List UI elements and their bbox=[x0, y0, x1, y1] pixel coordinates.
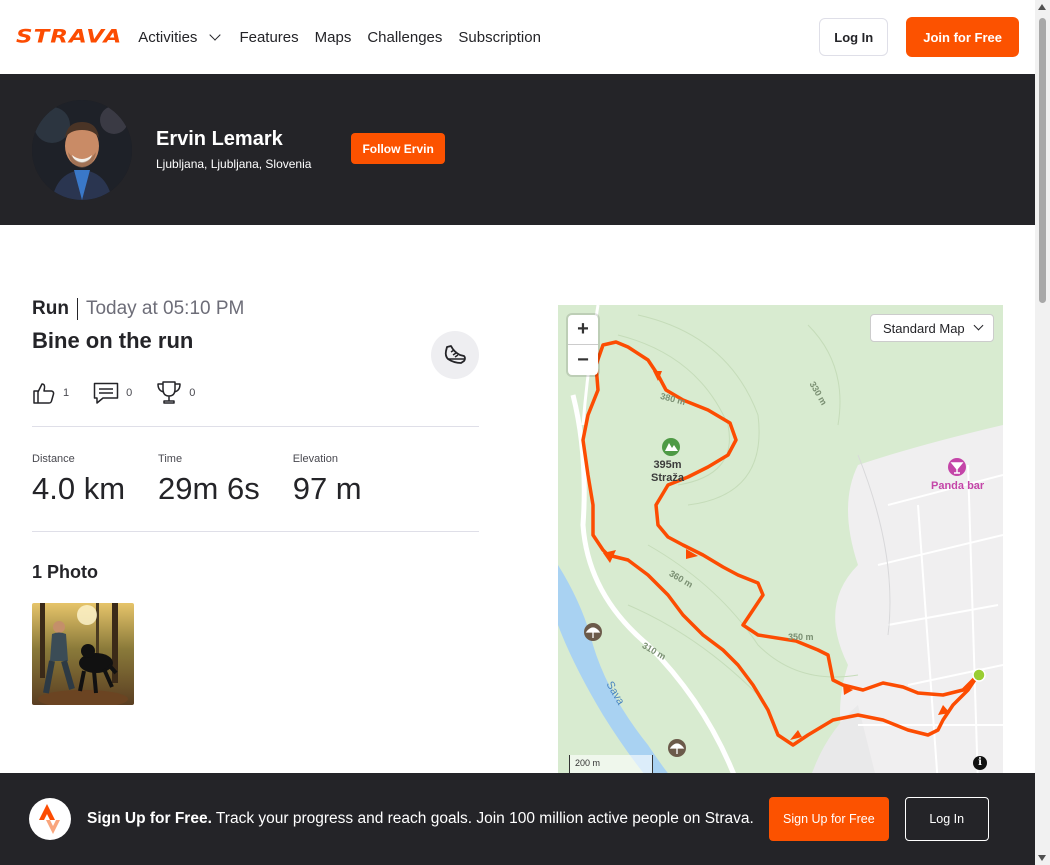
contour-label: 350 m bbox=[788, 632, 814, 642]
stat-distance: Distance 4.0 km bbox=[32, 453, 125, 507]
banner-body: Track your progress and reach goals. Joi… bbox=[215, 810, 754, 827]
map-type-label: Standard Map bbox=[883, 320, 965, 336]
zoom-in-button[interactable]: + bbox=[568, 315, 598, 345]
signup-banner: Sign Up for Free. Track your progress an… bbox=[0, 773, 1035, 865]
stat-label: Time bbox=[158, 453, 183, 465]
scrollbar-thumb[interactable] bbox=[1039, 18, 1046, 303]
page: STRAVA Activities Features Maps Challeng… bbox=[0, 0, 1035, 865]
stat-value: 4.0 km bbox=[32, 471, 126, 506]
join-button[interactable]: Join for Free bbox=[906, 17, 1019, 57]
zoom-out-button[interactable]: − bbox=[568, 345, 598, 375]
nav-challenges[interactable]: Challenges bbox=[367, 29, 442, 46]
signup-button[interactable]: Sign Up for Free bbox=[769, 797, 889, 841]
photo-thumbnail bbox=[32, 603, 134, 705]
athlete-header: Ervin Lemark Ljubljana, Ljubljana, Slove… bbox=[0, 74, 1035, 225]
comments-count: 0 bbox=[126, 387, 133, 399]
nav-activities[interactable]: Activities bbox=[138, 29, 223, 46]
stat-value: 29m 6s bbox=[158, 471, 260, 506]
peak-elevation: 395m bbox=[653, 459, 682, 471]
athlete-location: Ljubljana, Ljubljana, Slovenia bbox=[156, 157, 312, 171]
nav-subscription[interactable]: Subscription bbox=[458, 29, 541, 46]
activity-photo[interactable] bbox=[32, 603, 134, 705]
activity-heading: Run Today at 05:10 PM bbox=[32, 298, 479, 320]
stat-elevation: Elevation 97 m bbox=[293, 453, 362, 507]
avatar-image bbox=[32, 99, 132, 200]
shoe-icon bbox=[444, 345, 466, 364]
achievements-button[interactable]: 0 bbox=[156, 380, 195, 406]
chevron-down-icon bbox=[209, 28, 222, 41]
login-button[interactable]: Log In bbox=[819, 18, 889, 56]
thumbs-up-icon bbox=[33, 383, 55, 404]
route-map[interactable]: + − Standard Map 395m Straža Panda bar 3… bbox=[558, 305, 1003, 785]
peak-label: 395m Straža bbox=[651, 459, 684, 485]
chevron-down-icon bbox=[973, 320, 984, 331]
strava-logo[interactable]: STRAVA bbox=[16, 26, 122, 47]
info-icon[interactable]: i bbox=[973, 756, 987, 770]
photos-heading: 1 Photo bbox=[32, 562, 98, 582]
trophy-icon bbox=[157, 381, 181, 404]
map-type-select[interactable]: Standard Map bbox=[870, 314, 994, 342]
stat-value: 97 m bbox=[292, 471, 362, 506]
comment-icon bbox=[93, 382, 119, 404]
social-actions: 1 0 0 bbox=[32, 380, 479, 406]
activity-time: Today at 05:10 PM bbox=[85, 298, 245, 319]
kudos-button[interactable]: 1 bbox=[32, 381, 69, 405]
stat-label: Elevation bbox=[292, 453, 338, 465]
activity-summary: Run Today at 05:10 PM Bine on the run 1 bbox=[32, 298, 479, 705]
avatar[interactable] bbox=[32, 99, 132, 200]
nav-activities-label: Activities bbox=[138, 28, 198, 46]
athlete-info: Ervin Lemark Ljubljana, Ljubljana, Slove… bbox=[156, 128, 311, 171]
strava-logo-icon bbox=[29, 798, 71, 840]
poi-bar-label[interactable]: Panda bar bbox=[931, 480, 984, 493]
zoom-control: + − bbox=[568, 315, 598, 375]
comments-button[interactable]: 0 bbox=[93, 381, 132, 405]
kudos-count: 1 bbox=[63, 387, 70, 399]
map-canvas bbox=[558, 305, 1003, 785]
banner-message: Sign Up for Free. Track your progress an… bbox=[87, 808, 767, 830]
activity-type: Run bbox=[32, 298, 78, 320]
banner-lead: Sign Up for Free. bbox=[87, 810, 212, 827]
divider bbox=[32, 531, 479, 532]
activity-title: Bine on the run bbox=[32, 328, 194, 353]
scroll-down-arrow-icon[interactable] bbox=[1038, 855, 1046, 861]
peak-name: Straža bbox=[651, 472, 685, 484]
top-nav: STRAVA Activities Features Maps Challeng… bbox=[0, 0, 1035, 74]
map-scale: 200 m bbox=[569, 755, 653, 775]
athlete-name[interactable]: Ervin Lemark bbox=[156, 128, 311, 151]
banner-login-button[interactable]: Log In bbox=[904, 797, 989, 841]
gear-shoe-button[interactable] bbox=[431, 331, 479, 379]
stat-label: Distance bbox=[32, 453, 75, 465]
activity-stats: Distance 4.0 km Time 29m 6s Elevation 97… bbox=[32, 427, 479, 531]
nav-features[interactable]: Features bbox=[239, 29, 298, 46]
scrollbar[interactable] bbox=[1035, 0, 1050, 865]
nav-maps[interactable]: Maps bbox=[315, 29, 352, 46]
stat-time: Time 29m 6s bbox=[158, 453, 260, 507]
achievements-count: 0 bbox=[189, 387, 196, 399]
scroll-up-arrow-icon[interactable] bbox=[1038, 4, 1046, 10]
follow-button[interactable]: Follow Ervin bbox=[351, 133, 445, 164]
